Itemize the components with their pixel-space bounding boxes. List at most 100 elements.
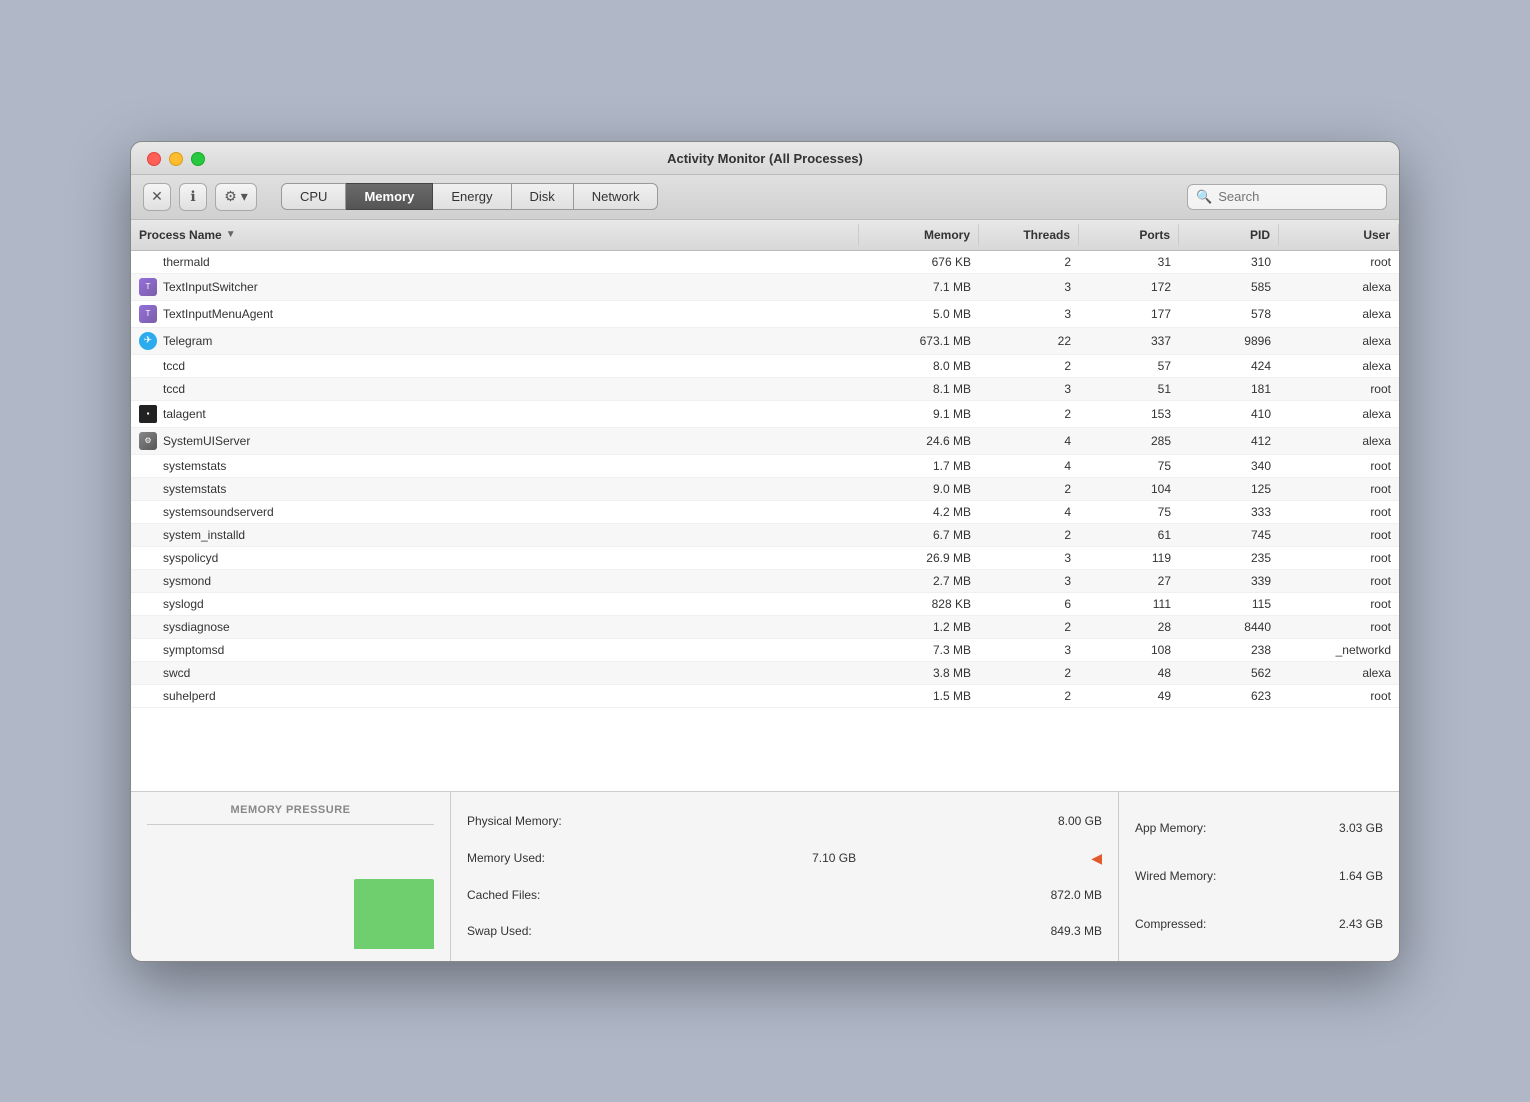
- talagent-icon: ▪: [139, 405, 157, 423]
- process-name: sysmond: [163, 574, 211, 588]
- memory-used-indicator: ◀: [1091, 850, 1102, 867]
- system-icon: ⚙: [139, 432, 157, 450]
- table-row[interactable]: syslogd 828 KB 6 111 115 root: [131, 593, 1399, 616]
- info-button[interactable]: ℹ: [179, 183, 207, 211]
- cell-name: T TextInputMenuAgent: [131, 301, 859, 327]
- maximize-button[interactable]: [191, 152, 205, 166]
- process-name: tccd: [163, 382, 185, 396]
- table-row[interactable]: swcd 3.8 MB 2 48 562 alexa: [131, 662, 1399, 685]
- table-row[interactable]: sysdiagnose 1.2 MB 2 28 8440 root: [131, 616, 1399, 639]
- col-threads[interactable]: Threads: [979, 224, 1079, 246]
- table-row[interactable]: thermald 676 KB 2 31 310 root: [131, 251, 1399, 274]
- table-row[interactable]: tccd 8.0 MB 2 57 424 alexa: [131, 355, 1399, 378]
- cell-name: systemsoundserverd: [131, 501, 859, 523]
- table-row[interactable]: symptomsd 7.3 MB 3 108 238 _networkd: [131, 639, 1399, 662]
- cell-memory: 5.0 MB: [859, 301, 979, 327]
- tab-network[interactable]: Network: [574, 183, 659, 210]
- cell-threads: 2: [979, 685, 1079, 707]
- stop-button[interactable]: ✕: [143, 183, 171, 211]
- table-body: thermald 676 KB 2 31 310 root T TextInpu…: [131, 251, 1399, 791]
- cell-name: system_installd: [131, 524, 859, 546]
- cell-ports: 108: [1079, 639, 1179, 661]
- tab-cpu[interactable]: CPU: [281, 183, 346, 210]
- cell-threads: 2: [979, 616, 1079, 638]
- cell-memory: 26.9 MB: [859, 547, 979, 569]
- cell-memory: 7.3 MB: [859, 639, 979, 661]
- cell-user: root: [1279, 547, 1399, 569]
- col-process-name[interactable]: Process Name ▼: [131, 224, 859, 246]
- cell-name: symptomsd: [131, 639, 859, 661]
- table-row[interactable]: ▪ talagent 9.1 MB 2 153 410 alexa: [131, 401, 1399, 428]
- activity-monitor-window: Activity Monitor (All Processes) ✕ ℹ ⚙ ▾…: [130, 141, 1400, 962]
- traffic-lights: [147, 152, 205, 166]
- process-name: SystemUIServer: [163, 434, 250, 448]
- toolbar: ✕ ℹ ⚙ ▾ CPU Memory Energy Disk Network 🔍: [131, 175, 1399, 220]
- table-row[interactable]: systemstats 9.0 MB 2 104 125 root: [131, 478, 1399, 501]
- table-row[interactable]: tccd 8.1 MB 3 51 181 root: [131, 378, 1399, 401]
- pressure-divider: [147, 824, 434, 825]
- cell-threads: 2: [979, 401, 1079, 427]
- cell-pid: 410: [1179, 401, 1279, 427]
- cell-memory: 1.2 MB: [859, 616, 979, 638]
- cell-threads: 4: [979, 428, 1079, 454]
- cell-threads: 2: [979, 662, 1079, 684]
- cell-ports: 285: [1079, 428, 1179, 454]
- cell-pid: 115: [1179, 593, 1279, 615]
- search-input[interactable]: [1218, 189, 1378, 204]
- cell-threads: 3: [979, 378, 1079, 400]
- table-row[interactable]: T TextInputMenuAgent 5.0 MB 3 177 578 al…: [131, 301, 1399, 328]
- table-row[interactable]: sysmond 2.7 MB 3 27 339 root: [131, 570, 1399, 593]
- col-user[interactable]: User: [1279, 224, 1399, 246]
- memory-breakdown-section: App Memory: 3.03 GB Wired Memory: 1.64 G…: [1119, 792, 1399, 961]
- table-row[interactable]: systemstats 1.7 MB 4 75 340 root: [131, 455, 1399, 478]
- cell-memory: 8.1 MB: [859, 378, 979, 400]
- col-ports[interactable]: Ports: [1079, 224, 1179, 246]
- process-name: symptomsd: [163, 643, 224, 657]
- col-pid[interactable]: PID: [1179, 224, 1279, 246]
- cell-memory: 24.6 MB: [859, 428, 979, 454]
- cell-ports: 177: [1079, 301, 1179, 327]
- memory-pressure-title: MEMORY PRESSURE: [231, 804, 351, 816]
- tab-energy[interactable]: Energy: [433, 183, 511, 210]
- cell-ports: 104: [1079, 478, 1179, 500]
- cell-user: root: [1279, 378, 1399, 400]
- cell-name: tccd: [131, 355, 859, 377]
- cell-pid: 9896: [1179, 328, 1279, 354]
- cell-memory: 2.7 MB: [859, 570, 979, 592]
- cell-threads: 6: [979, 593, 1079, 615]
- tab-disk[interactable]: Disk: [512, 183, 574, 210]
- table-row[interactable]: systemsoundserverd 4.2 MB 4 75 333 root: [131, 501, 1399, 524]
- stat-cached-files: Cached Files: 872.0 MB: [467, 886, 1102, 904]
- cell-name: ✈ Telegram: [131, 328, 859, 354]
- cell-threads: 3: [979, 639, 1079, 661]
- breakdown-wired-memory: Wired Memory: 1.64 GB: [1135, 869, 1383, 883]
- cell-user: alexa: [1279, 274, 1399, 300]
- cell-name: tccd: [131, 378, 859, 400]
- cell-threads: 22: [979, 328, 1079, 354]
- col-memory[interactable]: Memory: [859, 224, 979, 246]
- cell-threads: 4: [979, 501, 1079, 523]
- table-row[interactable]: ⚙ SystemUIServer 24.6 MB 4 285 412 alexa: [131, 428, 1399, 455]
- minimize-button[interactable]: [169, 152, 183, 166]
- process-name: systemstats: [163, 482, 226, 496]
- cell-memory: 676 KB: [859, 251, 979, 273]
- table-row[interactable]: syspolicyd 26.9 MB 3 119 235 root: [131, 547, 1399, 570]
- table-row[interactable]: T TextInputSwitcher 7.1 MB 3 172 585 ale…: [131, 274, 1399, 301]
- cell-ports: 337: [1079, 328, 1179, 354]
- table-row[interactable]: suhelperd 1.5 MB 2 49 623 root: [131, 685, 1399, 708]
- close-button[interactable]: [147, 152, 161, 166]
- cell-memory: 8.0 MB: [859, 355, 979, 377]
- cell-ports: 51: [1079, 378, 1179, 400]
- cell-threads: 2: [979, 524, 1079, 546]
- cell-user: alexa: [1279, 355, 1399, 377]
- process-name: systemsoundserverd: [163, 505, 274, 519]
- stop-icon: ✕: [151, 188, 163, 205]
- cell-threads: 3: [979, 570, 1079, 592]
- tab-memory[interactable]: Memory: [346, 183, 433, 210]
- search-box[interactable]: 🔍: [1187, 184, 1387, 210]
- table-row[interactable]: system_installd 6.7 MB 2 61 745 root: [131, 524, 1399, 547]
- table-row[interactable]: ✈ Telegram 673.1 MB 22 337 9896 alexa: [131, 328, 1399, 355]
- cell-user: root: [1279, 524, 1399, 546]
- action-button[interactable]: ⚙ ▾: [215, 183, 257, 211]
- stat-memory-used: Memory Used: 7.10 GB ◀: [467, 848, 1102, 869]
